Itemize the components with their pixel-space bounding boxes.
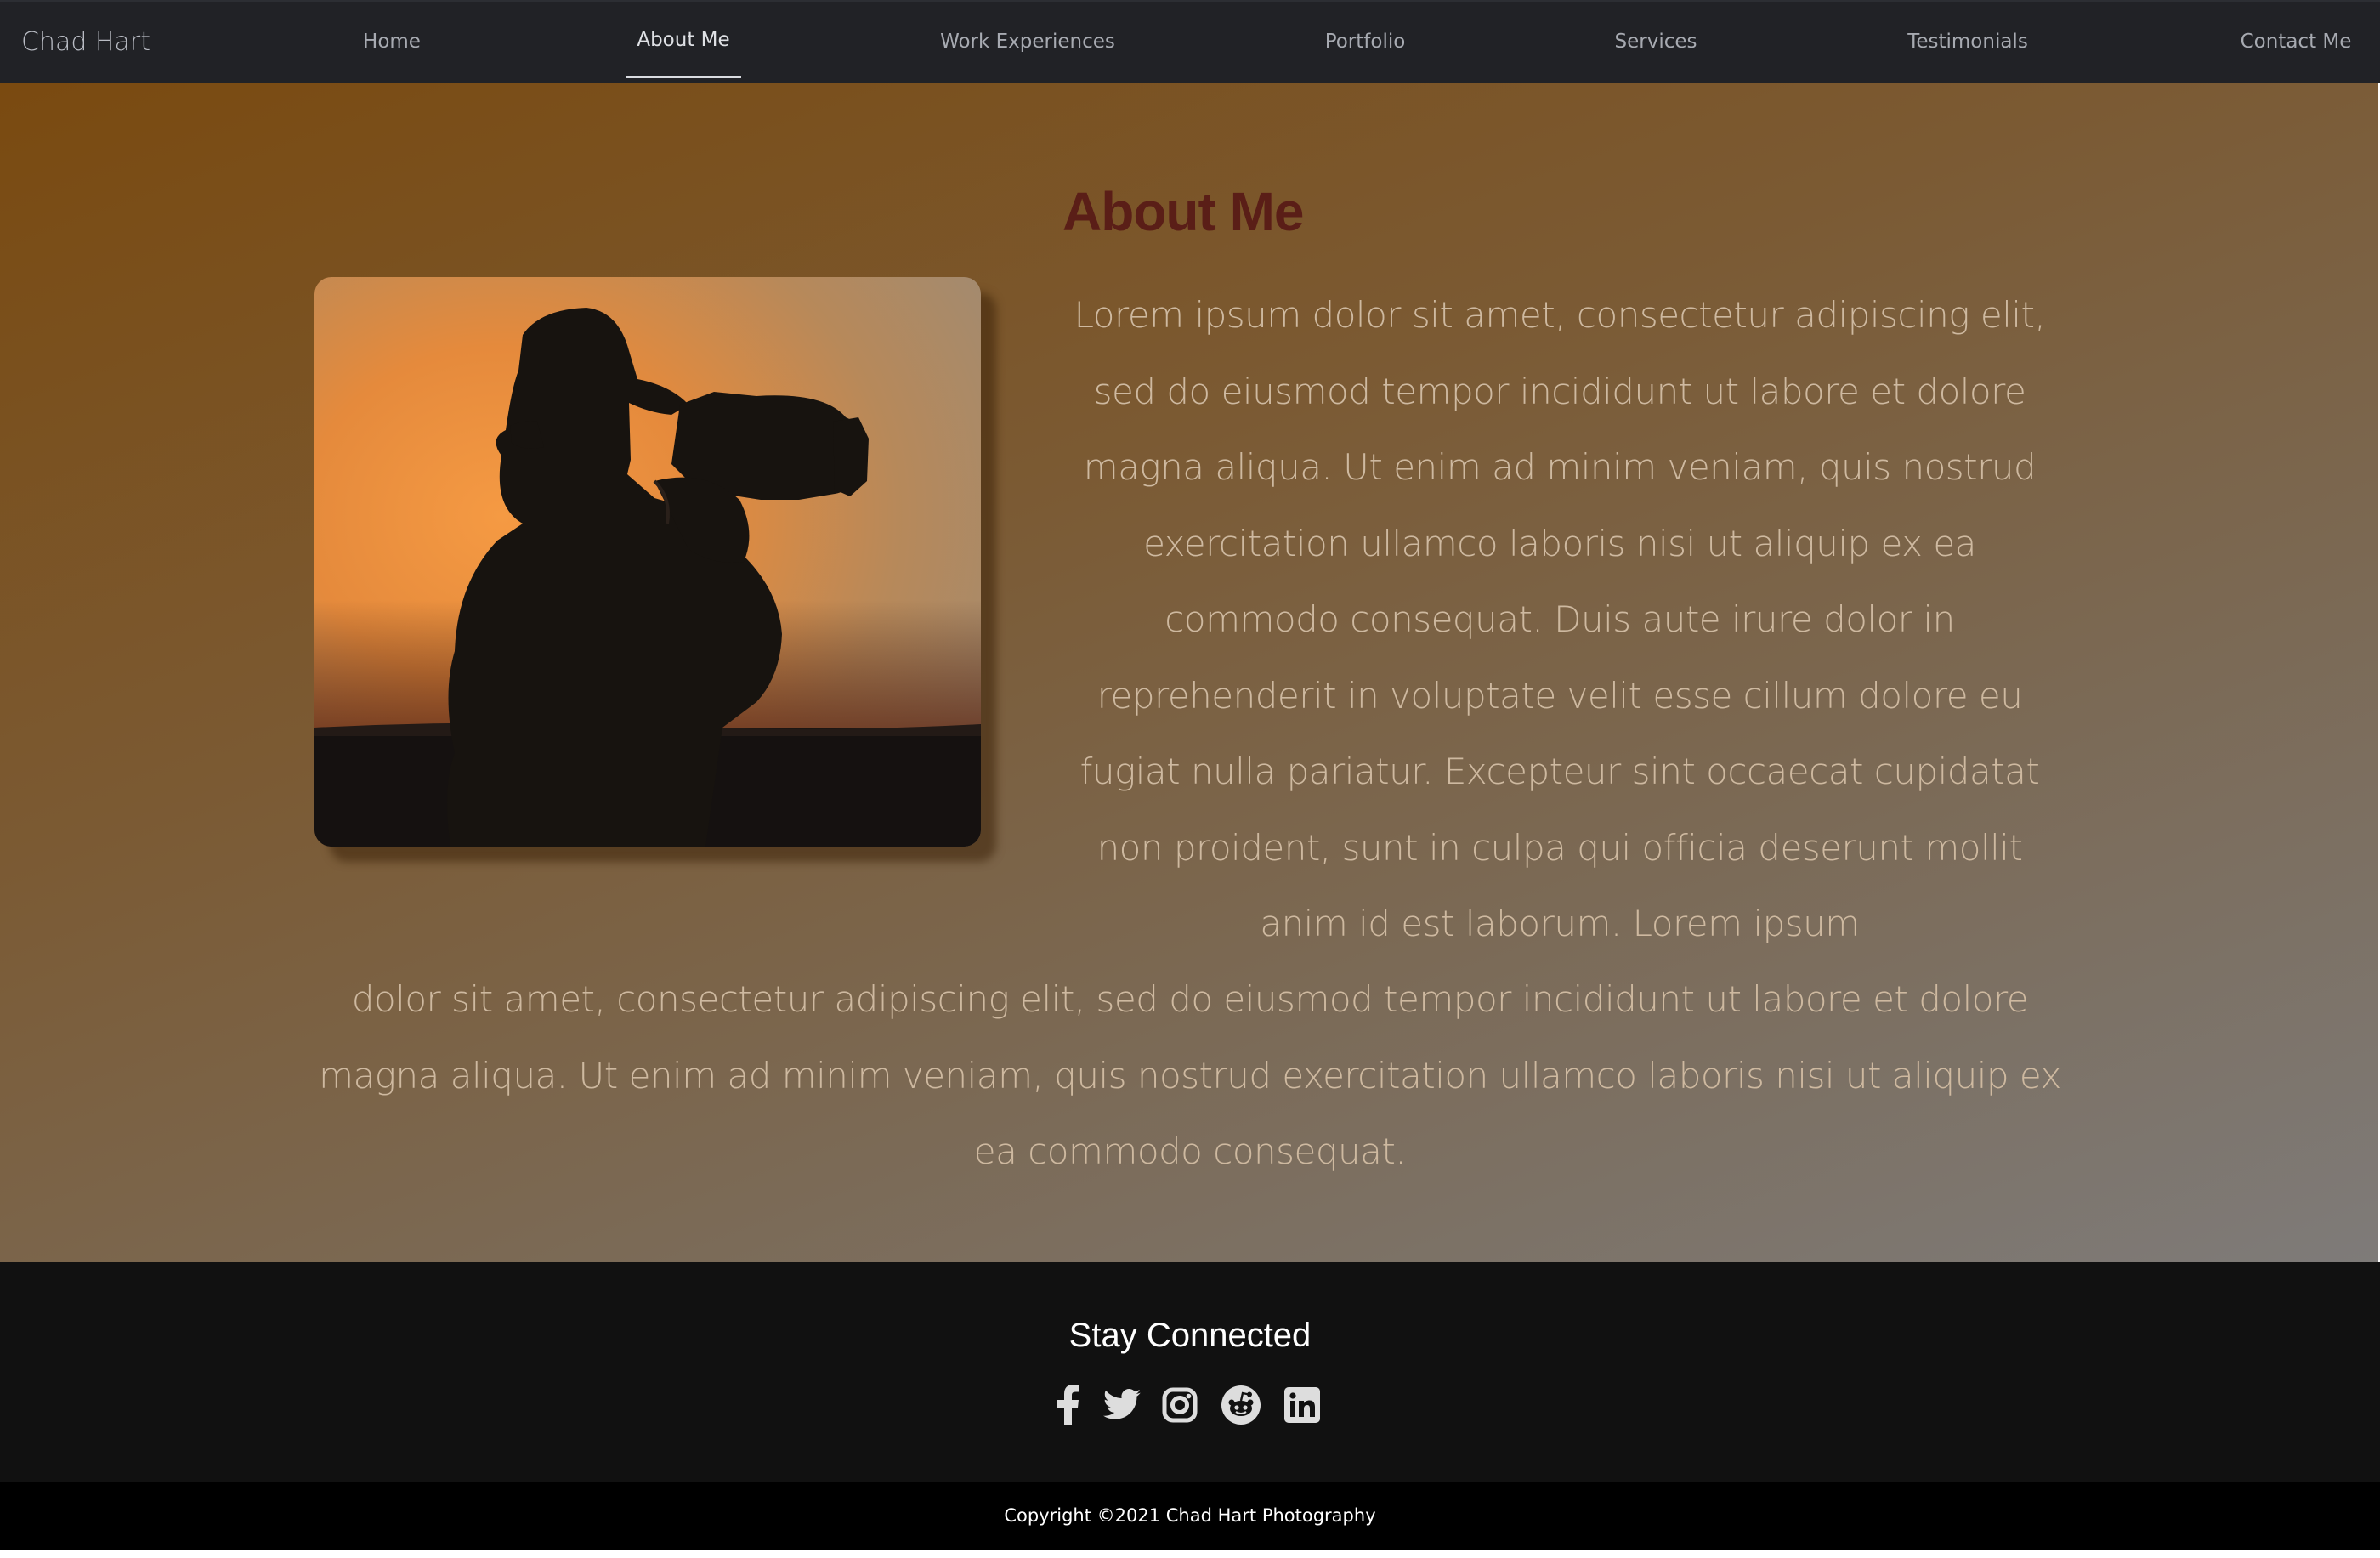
linkedin-icon[interactable] (1278, 1381, 1326, 1429)
reddit-icon[interactable] (1217, 1381, 1265, 1429)
nav-active-underline (626, 76, 741, 78)
top-navbar: Chad Hart Home About Me Work Experiences… (0, 0, 2380, 83)
brand-name[interactable]: Chad Hart (21, 27, 150, 57)
footer (0, 1262, 2380, 1482)
copyright-text: Copyright ©2021 Chad Hart Photography (1004, 1505, 1376, 1526)
nav-about-me[interactable]: About Me (637, 29, 729, 51)
nav-testimonials[interactable]: Testimonials (1907, 31, 2028, 53)
nav-portfolio[interactable]: Portfolio (1325, 31, 1406, 53)
nav-services[interactable]: Services (1615, 31, 1697, 53)
about-title: About Me (1062, 181, 1304, 242)
page-bottom-edge (0, 1550, 2380, 1558)
nav-contact-me[interactable]: Contact Me (2241, 31, 2352, 53)
stay-connected-heading: Stay Connected (1068, 1317, 1312, 1354)
photographer-silhouette-image (314, 277, 981, 847)
twitter-icon[interactable] (1098, 1381, 1146, 1429)
about-paragraph-bottom: dolor sit amet, consectetur adipiscing e… (319, 978, 2061, 1172)
nav-work-experiences[interactable]: Work Experiences (940, 31, 1115, 53)
about-paragraph-top: Lorem ipsum dolor sit amet, consectetur … (1074, 294, 2046, 944)
nav-home[interactable]: Home (363, 31, 421, 53)
facebook-icon[interactable] (1044, 1381, 1091, 1429)
instagram-icon[interactable] (1156, 1381, 1204, 1429)
